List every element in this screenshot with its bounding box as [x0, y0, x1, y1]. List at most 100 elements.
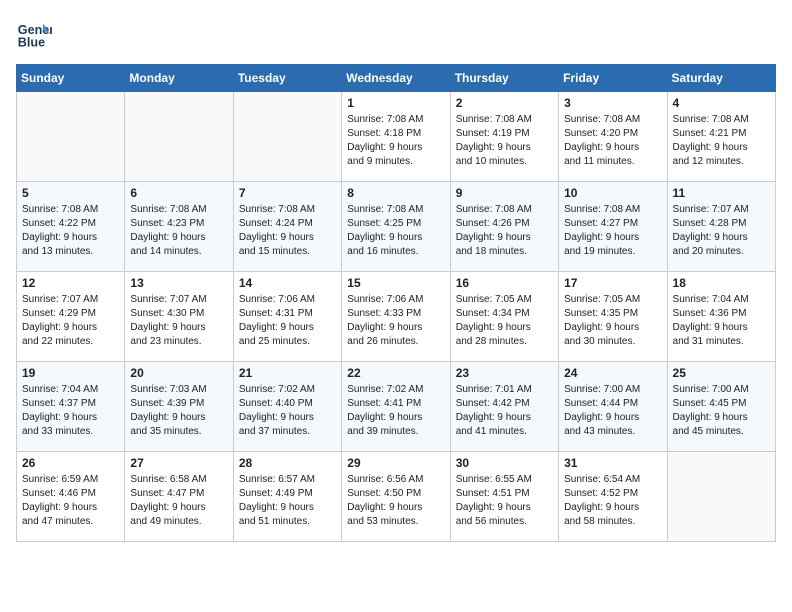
- calendar-cell: 27 Sunrise: 6:58 AM Sunset: 4:47 PM Dayli…: [125, 452, 233, 542]
- weekday-header-sunday: Sunday: [17, 65, 125, 92]
- calendar-cell: 10 Sunrise: 7:08 AM Sunset: 4:27 PM Dayli…: [559, 182, 667, 272]
- day-number: 25: [673, 366, 770, 380]
- calendar-cell: 8 Sunrise: 7:08 AM Sunset: 4:25 PM Daylig…: [342, 182, 450, 272]
- day-number: 23: [456, 366, 553, 380]
- calendar-cell: 28 Sunrise: 6:57 AM Sunset: 4:49 PM Dayli…: [233, 452, 341, 542]
- day-content: Sunrise: 7:08 AM Sunset: 4:18 PM Dayligh…: [347, 113, 444, 169]
- calendar-cell: 3 Sunrise: 7:08 AM Sunset: 4:20 PM Daylig…: [559, 92, 667, 182]
- day-content: Sunrise: 6:54 AM Sunset: 4:52 PM Dayligh…: [564, 473, 661, 529]
- calendar-week-4: 19 Sunrise: 7:04 AM Sunset: 4:37 PM Dayli…: [17, 362, 776, 452]
- day-content: Sunrise: 7:00 AM Sunset: 4:45 PM Dayligh…: [673, 383, 770, 439]
- day-number: 24: [564, 366, 661, 380]
- weekday-header-thursday: Thursday: [450, 65, 558, 92]
- day-number: 27: [130, 456, 227, 470]
- day-content: Sunrise: 6:57 AM Sunset: 4:49 PM Dayligh…: [239, 473, 336, 529]
- day-number: 22: [347, 366, 444, 380]
- day-content: Sunrise: 7:08 AM Sunset: 4:24 PM Dayligh…: [239, 203, 336, 259]
- day-content: Sunrise: 7:08 AM Sunset: 4:23 PM Dayligh…: [130, 203, 227, 259]
- day-number: 16: [456, 276, 553, 290]
- day-number: 11: [673, 186, 770, 200]
- day-number: 18: [673, 276, 770, 290]
- calendar-cell: 16 Sunrise: 7:05 AM Sunset: 4:34 PM Dayli…: [450, 272, 558, 362]
- calendar-cell: 13 Sunrise: 7:07 AM Sunset: 4:30 PM Dayli…: [125, 272, 233, 362]
- day-content: Sunrise: 6:59 AM Sunset: 4:46 PM Dayligh…: [22, 473, 119, 529]
- day-content: Sunrise: 7:08 AM Sunset: 4:20 PM Dayligh…: [564, 113, 661, 169]
- day-number: 1: [347, 96, 444, 110]
- day-content: Sunrise: 6:56 AM Sunset: 4:50 PM Dayligh…: [347, 473, 444, 529]
- calendar-week-3: 12 Sunrise: 7:07 AM Sunset: 4:29 PM Dayli…: [17, 272, 776, 362]
- day-number: 19: [22, 366, 119, 380]
- calendar-cell: 26 Sunrise: 6:59 AM Sunset: 4:46 PM Dayli…: [17, 452, 125, 542]
- day-number: 13: [130, 276, 227, 290]
- calendar-week-5: 26 Sunrise: 6:59 AM Sunset: 4:46 PM Dayli…: [17, 452, 776, 542]
- day-number: 9: [456, 186, 553, 200]
- calendar-cell: 17 Sunrise: 7:05 AM Sunset: 4:35 PM Dayli…: [559, 272, 667, 362]
- calendar-cell: [233, 92, 341, 182]
- day-content: Sunrise: 7:00 AM Sunset: 4:44 PM Dayligh…: [564, 383, 661, 439]
- day-number: 3: [564, 96, 661, 110]
- day-content: Sunrise: 7:08 AM Sunset: 4:27 PM Dayligh…: [564, 203, 661, 259]
- day-content: Sunrise: 7:03 AM Sunset: 4:39 PM Dayligh…: [130, 383, 227, 439]
- day-number: 4: [673, 96, 770, 110]
- calendar-cell: 20 Sunrise: 7:03 AM Sunset: 4:39 PM Dayli…: [125, 362, 233, 452]
- logo-icon: General Blue: [16, 16, 52, 52]
- day-number: 17: [564, 276, 661, 290]
- calendar-cell: 11 Sunrise: 7:07 AM Sunset: 4:28 PM Dayli…: [667, 182, 775, 272]
- day-number: 28: [239, 456, 336, 470]
- day-content: Sunrise: 7:06 AM Sunset: 4:31 PM Dayligh…: [239, 293, 336, 349]
- day-content: Sunrise: 6:58 AM Sunset: 4:47 PM Dayligh…: [130, 473, 227, 529]
- calendar-cell: 12 Sunrise: 7:07 AM Sunset: 4:29 PM Dayli…: [17, 272, 125, 362]
- day-content: Sunrise: 7:05 AM Sunset: 4:34 PM Dayligh…: [456, 293, 553, 349]
- day-content: Sunrise: 7:08 AM Sunset: 4:19 PM Dayligh…: [456, 113, 553, 169]
- day-number: 29: [347, 456, 444, 470]
- day-content: Sunrise: 7:01 AM Sunset: 4:42 PM Dayligh…: [456, 383, 553, 439]
- calendar-cell: 30 Sunrise: 6:55 AM Sunset: 4:51 PM Dayli…: [450, 452, 558, 542]
- day-content: Sunrise: 6:55 AM Sunset: 4:51 PM Dayligh…: [456, 473, 553, 529]
- weekday-header-friday: Friday: [559, 65, 667, 92]
- day-content: Sunrise: 7:05 AM Sunset: 4:35 PM Dayligh…: [564, 293, 661, 349]
- calendar-cell: 31Sunrise: 6:54 AM Sunset: 4:52 PM Dayli…: [559, 452, 667, 542]
- day-number: 10: [564, 186, 661, 200]
- calendar-cell: 22Sunrise: 7:02 AM Sunset: 4:41 PM Dayli…: [342, 362, 450, 452]
- day-content: Sunrise: 7:04 AM Sunset: 4:37 PM Dayligh…: [22, 383, 119, 439]
- day-number: 15: [347, 276, 444, 290]
- calendar-cell: 21Sunrise: 7:02 AM Sunset: 4:40 PM Dayli…: [233, 362, 341, 452]
- calendar-cell: 15 Sunrise: 7:06 AM Sunset: 4:33 PM Dayli…: [342, 272, 450, 362]
- day-number: 8: [347, 186, 444, 200]
- day-content: Sunrise: 7:02 AM Sunset: 4:40 PM Dayligh…: [239, 383, 336, 439]
- day-content: Sunrise: 7:04 AM Sunset: 4:36 PM Dayligh…: [673, 293, 770, 349]
- day-content: Sunrise: 7:06 AM Sunset: 4:33 PM Dayligh…: [347, 293, 444, 349]
- day-content: Sunrise: 7:07 AM Sunset: 4:29 PM Dayligh…: [22, 293, 119, 349]
- day-content: Sunrise: 7:08 AM Sunset: 4:22 PM Dayligh…: [22, 203, 119, 259]
- logo: General Blue: [16, 16, 54, 52]
- day-content: Sunrise: 7:07 AM Sunset: 4:30 PM Dayligh…: [130, 293, 227, 349]
- calendar-cell: [667, 452, 775, 542]
- weekday-header-tuesday: Tuesday: [233, 65, 341, 92]
- day-number: 5: [22, 186, 119, 200]
- day-content: Sunrise: 7:08 AM Sunset: 4:26 PM Dayligh…: [456, 203, 553, 259]
- day-number: 12: [22, 276, 119, 290]
- calendar-table: SundayMondayTuesdayWednesdayThursdayFrid…: [16, 64, 776, 542]
- day-number: 14: [239, 276, 336, 290]
- calendar-cell: 18 Sunrise: 7:04 AM Sunset: 4:36 PM Dayli…: [667, 272, 775, 362]
- calendar-cell: 23 Sunrise: 7:01 AM Sunset: 4:42 PM Dayli…: [450, 362, 558, 452]
- weekday-header-monday: Monday: [125, 65, 233, 92]
- day-number: 30: [456, 456, 553, 470]
- day-number: 26: [22, 456, 119, 470]
- calendar-cell: 24 Sunrise: 7:00 AM Sunset: 4:44 PM Dayli…: [559, 362, 667, 452]
- day-number: 2: [456, 96, 553, 110]
- calendar-cell: 5 Sunrise: 7:08 AM Sunset: 4:22 PM Daylig…: [17, 182, 125, 272]
- calendar-cell: 9 Sunrise: 7:08 AM Sunset: 4:26 PM Daylig…: [450, 182, 558, 272]
- svg-text:Blue: Blue: [18, 36, 45, 50]
- calendar-cell: 19 Sunrise: 7:04 AM Sunset: 4:37 PM Dayli…: [17, 362, 125, 452]
- day-content: Sunrise: 7:08 AM Sunset: 4:25 PM Dayligh…: [347, 203, 444, 259]
- calendar-cell: 6Sunrise: 7:08 AM Sunset: 4:23 PM Daylig…: [125, 182, 233, 272]
- calendar-week-2: 5 Sunrise: 7:08 AM Sunset: 4:22 PM Daylig…: [17, 182, 776, 272]
- calendar-cell: 29 Sunrise: 6:56 AM Sunset: 4:50 PM Dayli…: [342, 452, 450, 542]
- calendar-cell: [17, 92, 125, 182]
- day-content: Sunrise: 7:07 AM Sunset: 4:28 PM Dayligh…: [673, 203, 770, 259]
- calendar-cell: 25 Sunrise: 7:00 AM Sunset: 4:45 PM Dayli…: [667, 362, 775, 452]
- day-number: 20: [130, 366, 227, 380]
- page-header: General Blue: [16, 16, 776, 52]
- day-content: Sunrise: 7:08 AM Sunset: 4:21 PM Dayligh…: [673, 113, 770, 169]
